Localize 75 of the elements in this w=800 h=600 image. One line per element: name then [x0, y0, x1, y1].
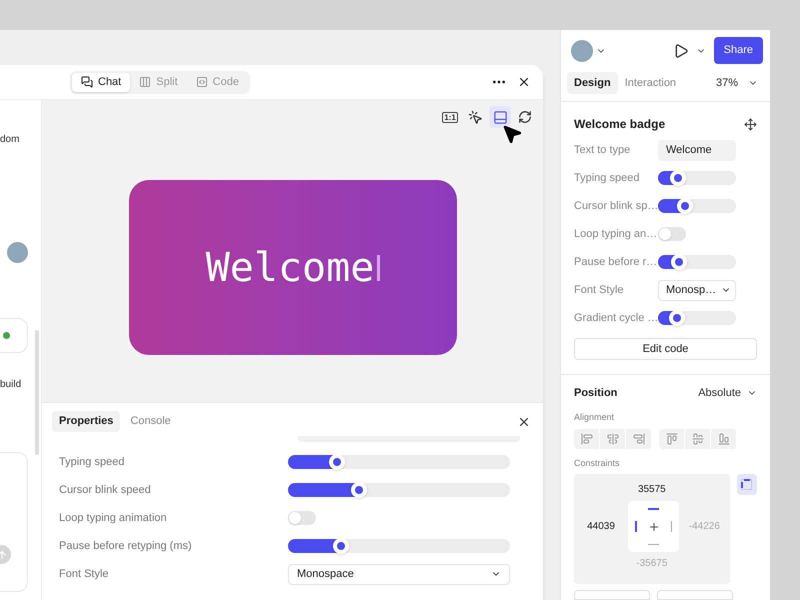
constraint-widget[interactable]: [628, 501, 679, 552]
toggle-switch[interactable]: [658, 227, 686, 241]
bottom-panel-button[interactable]: [489, 106, 511, 128]
chat-bubbles-icon: [81, 76, 93, 88]
close-icon[interactable]: [517, 75, 531, 89]
font-style-dropdown[interactable]: Monospace: [288, 564, 510, 584]
slider-thumb[interactable]: [677, 198, 694, 214]
slider-thumb[interactable]: [671, 254, 688, 270]
slider[interactable]: [658, 199, 736, 213]
property-label: Cursor blink speed: [59, 482, 152, 498]
share-button[interactable]: Share: [714, 37, 763, 64]
edit-code-button[interactable]: Edit code: [574, 338, 757, 360]
slider[interactable]: [288, 483, 510, 497]
input-field[interactable]: [574, 590, 650, 600]
field-label: Constraints: [574, 456, 621, 470]
zoom-level[interactable]: 37%: [716, 74, 738, 92]
property-label: Loop typing an…: [574, 226, 658, 242]
refresh-icon: [518, 110, 532, 124]
slider-thumb[interactable]: [328, 454, 345, 470]
property-label: Font Style: [59, 566, 110, 582]
panel-tab[interactable]: Properties: [52, 411, 120, 432]
slider[interactable]: [288, 455, 510, 469]
input-field[interactable]: [657, 590, 733, 600]
constraint-mode-button[interactable]: [736, 474, 757, 495]
field-label: Alignment: [574, 411, 616, 424]
badge-text: Welcome: [206, 244, 374, 292]
slider[interactable]: [288, 539, 510, 553]
avatar-icon: [7, 242, 28, 263]
slider[interactable]: [658, 171, 736, 185]
align-icon: [580, 432, 592, 444]
code-icon: [196, 76, 208, 88]
click-cursor-icon: [468, 110, 482, 124]
property-label: Typing speed: [59, 454, 126, 470]
toggle-switch[interactable]: [288, 511, 316, 525]
property-label: Pause before r…: [574, 254, 658, 270]
bottom-panel-icon: [492, 110, 508, 124]
position-mode-dropdown[interactable]: Absolute: [698, 384, 741, 402]
plus-icon: [648, 520, 660, 532]
columns-icon: [139, 76, 152, 88]
property-label: Pause before retyping (ms): [59, 538, 193, 554]
play-icon[interactable]: [672, 42, 689, 59]
align-icon: [666, 432, 678, 444]
component-title: Welcome badge: [574, 116, 666, 133]
chat-text: dom: [0, 135, 20, 145]
slider[interactable]: [658, 311, 736, 325]
component-move-icon[interactable]: [744, 118, 757, 130]
panel-tab[interactable]: Console: [123, 411, 178, 432]
slider-thumb[interactable]: [351, 482, 368, 498]
text-cursor-icon: [377, 254, 380, 280]
property-label: Font Style: [574, 282, 625, 298]
font-style-dropdown[interactable]: Monosp…: [658, 280, 736, 300]
property-label: Gradient cycle …: [574, 310, 658, 326]
welcome-badge[interactable]: Welcome: [129, 180, 457, 355]
inspector-tab[interactable]: Interaction: [618, 72, 684, 94]
slider-thumb[interactable]: [333, 538, 350, 554]
section-title: Position: [574, 386, 618, 401]
align-icon: [606, 432, 618, 444]
slider[interactable]: [658, 255, 736, 269]
align-icon: [718, 432, 730, 444]
slider-thumb[interactable]: [670, 170, 686, 186]
constraint-value[interactable]: 35575: [638, 482, 666, 497]
inspector-tab[interactable]: Design: [567, 72, 618, 94]
chat-text: build: [0, 380, 22, 390]
property-label: Typing speed: [574, 170, 640, 186]
slider-thumb[interactable]: [668, 310, 685, 326]
property-label: Loop typing animation: [59, 510, 168, 526]
align-icon: [632, 432, 644, 444]
mouse-pointer-icon: [501, 123, 523, 145]
property-label: Text to type: [574, 142, 632, 158]
view-tab[interactable]: Chat: [72, 72, 130, 92]
text-input-field[interactable]: Welcome: [658, 140, 736, 160]
aspect-ratio-button[interactable]: 1:1: [439, 106, 461, 128]
property-label: Cursor blink sp…: [574, 198, 658, 214]
align-icon: [692, 432, 704, 444]
constraint-value[interactable]: 44039: [574, 519, 628, 534]
